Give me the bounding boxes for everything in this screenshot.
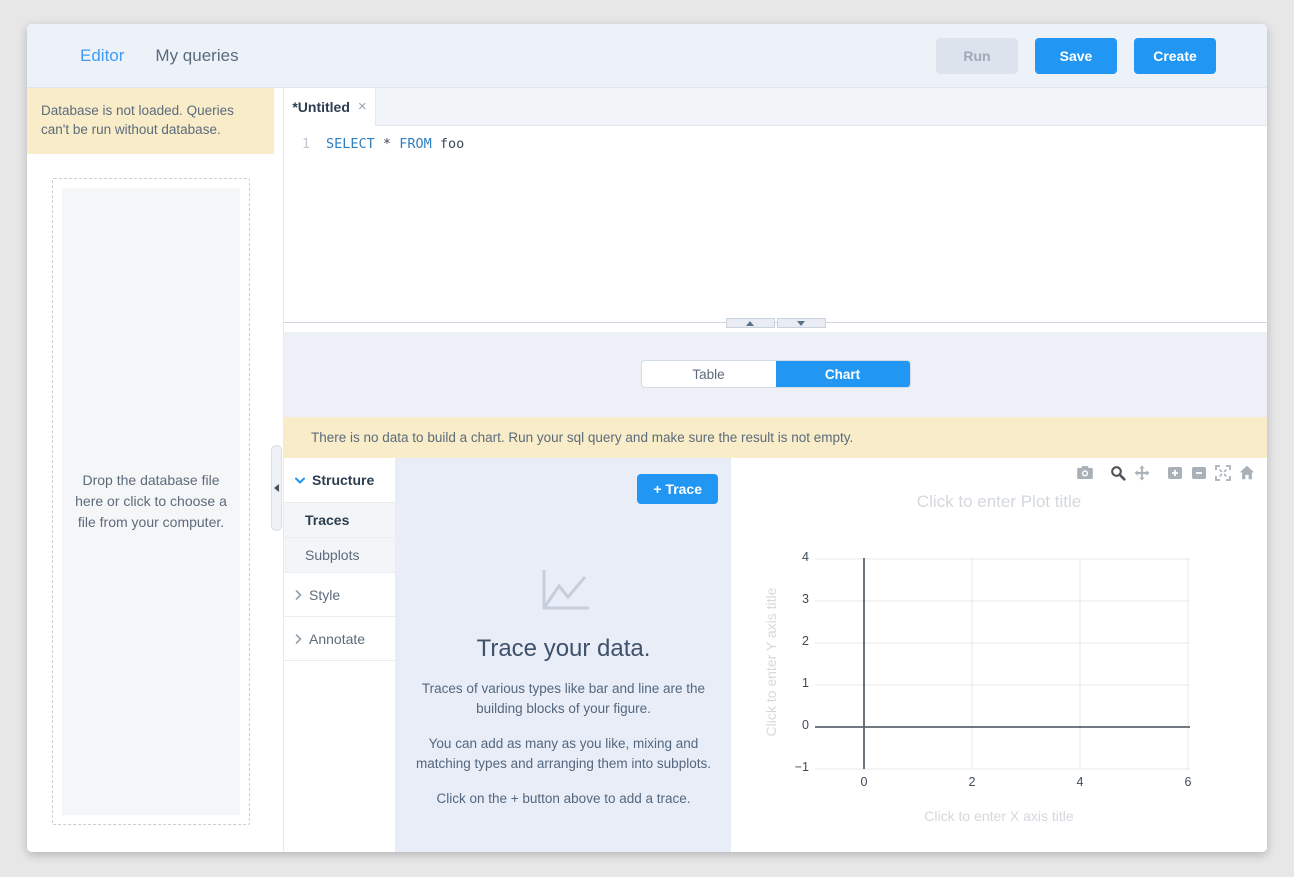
y-tick-label: −1: [771, 760, 809, 774]
tab-table[interactable]: Table: [642, 361, 776, 387]
horizontal-splitter[interactable]: [284, 318, 1267, 332]
autoscale-icon[interactable]: [1212, 464, 1233, 481]
chevron-left-icon: [274, 484, 279, 492]
view-toggle: Table Chart: [641, 360, 911, 388]
chart-editor-nav: Structure Traces Subplots Style Annota: [284, 458, 396, 852]
sql-editor[interactable]: 1 SELECT * FROM foo: [284, 126, 1267, 318]
sql-star: *: [383, 136, 391, 152]
sql-keyword-from: FROM: [399, 136, 432, 152]
plot-panel: Click to enter Plot title Click to enter…: [731, 458, 1267, 852]
chart-editor: Structure Traces Subplots Style Annota: [284, 458, 1267, 852]
x-tick-label: 0: [849, 775, 879, 789]
nav-my-queries[interactable]: My queries: [155, 46, 238, 66]
camera-icon[interactable]: [1074, 464, 1095, 481]
nav-structure-label: Structure: [312, 472, 374, 488]
chevron-right-icon: [295, 634, 302, 644]
splitter-buttons: [284, 318, 1267, 328]
no-data-warning: There is no data to build a chart. Run y…: [284, 417, 1267, 458]
sql-line: 1 SELECT * FROM foo: [284, 135, 1267, 154]
home-icon[interactable]: [1236, 464, 1257, 481]
plot-axes[interactable]: [731, 458, 1267, 851]
app-header: Editor My queries Run Save Create: [27, 24, 1267, 88]
nav-structure[interactable]: Structure: [284, 458, 395, 503]
triangle-up-icon: [746, 321, 754, 326]
x-tick-label: 4: [1065, 775, 1095, 789]
zoom-icon[interactable]: [1107, 464, 1128, 481]
query-tabbar: *Untitled ×: [284, 88, 1267, 126]
dropzone-label: Drop the database file here or click to …: [62, 188, 240, 815]
x-tick-label: 6: [1173, 775, 1203, 789]
trace-empty-p3: Click on the + button above to add a tra…: [408, 789, 720, 809]
sql-table-name: foo: [440, 136, 464, 152]
y-tick-label: 3: [771, 592, 809, 606]
nav-style-label: Style: [309, 587, 340, 603]
triangle-down-icon: [797, 321, 805, 326]
nav-editor[interactable]: Editor: [80, 46, 124, 66]
nav-subplots-label: Subplots: [305, 547, 359, 563]
nav-subplots[interactable]: Subplots: [284, 538, 395, 573]
save-button[interactable]: Save: [1035, 38, 1117, 74]
close-icon[interactable]: ×: [358, 98, 367, 115]
nav-style[interactable]: Style: [284, 573, 395, 617]
plot-modebar: [1071, 464, 1257, 481]
trace-empty-p1: Traces of various types like bar and lin…: [408, 679, 720, 718]
app-window: Editor My queries Run Save Create Databa…: [27, 24, 1267, 852]
run-button[interactable]: Run: [936, 38, 1018, 74]
y-tick-label: 2: [771, 634, 809, 648]
header-actions: Run Save Create: [936, 38, 1216, 74]
x-tick-label: 2: [957, 775, 987, 789]
trace-empty-p2: You can add as many as you like, mixing …: [408, 734, 720, 773]
y-tick-label: 1: [771, 676, 809, 690]
pan-icon[interactable]: [1131, 464, 1152, 481]
query-tab-title: *Untitled: [292, 99, 350, 115]
sql-keyword-select: SELECT: [326, 136, 375, 152]
query-tab-untitled[interactable]: *Untitled ×: [284, 88, 376, 126]
expand-up-button[interactable]: [726, 318, 775, 328]
create-button[interactable]: Create: [1134, 38, 1216, 74]
nav-traces-label: Traces: [305, 512, 349, 528]
line-chart-icon: [537, 568, 591, 614]
add-trace-button[interactable]: + Trace: [637, 474, 718, 504]
main-panel: *Untitled × 1 SELECT * FROM foo Table Ch…: [283, 88, 1267, 852]
trace-panel: + Trace Trace your data. Traces of vario…: [396, 458, 731, 852]
chevron-right-icon: [295, 590, 302, 600]
database-sidebar: Database is not loaded. Queries can't be…: [27, 88, 274, 852]
database-dropzone[interactable]: Drop the database file here or click to …: [52, 178, 250, 825]
results-panel: Table Chart There is no data to build a …: [284, 332, 1267, 852]
main-nav: Editor My queries: [80, 46, 239, 66]
trace-empty-state: Trace your data. Traces of various types…: [396, 458, 731, 809]
nav-annotate[interactable]: Annotate: [284, 617, 395, 661]
sidebar-collapse-handle[interactable]: [271, 445, 282, 531]
line-number: 1: [284, 135, 310, 154]
nav-traces[interactable]: Traces: [284, 503, 395, 538]
chevron-down-icon: [295, 477, 305, 484]
sql-code: SELECT * FROM foo: [326, 135, 464, 154]
y-tick-label: 4: [771, 550, 809, 564]
trace-empty-title: Trace your data.: [396, 635, 731, 663]
expand-down-button[interactable]: [777, 318, 826, 328]
nav-annotate-label: Annotate: [309, 631, 365, 647]
zoom-in-icon[interactable]: [1164, 464, 1185, 481]
database-warning: Database is not loaded. Queries can't be…: [27, 88, 274, 154]
zoom-out-icon[interactable]: [1188, 464, 1209, 481]
tab-chart[interactable]: Chart: [776, 361, 910, 387]
y-tick-label: 0: [771, 718, 809, 732]
